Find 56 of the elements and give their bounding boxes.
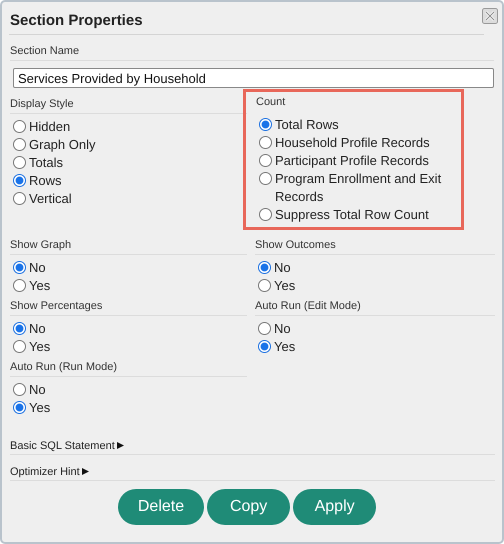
group-label: Auto Run (Run Mode) xyxy=(10,361,247,377)
option-label: No xyxy=(29,320,46,338)
option-label: Household Profile Records xyxy=(275,134,430,152)
radio-button[interactable] xyxy=(259,172,272,185)
radio-button[interactable] xyxy=(258,261,271,274)
radio-button[interactable] xyxy=(13,138,26,151)
radio-button[interactable] xyxy=(13,401,26,414)
radio-button[interactable] xyxy=(259,136,272,149)
option-label: Hidden xyxy=(29,118,70,136)
close-icon[interactable] xyxy=(482,8,498,24)
option-label: Yes xyxy=(274,277,296,295)
option-label: No xyxy=(274,259,291,277)
group-label: Show Outcomes xyxy=(255,239,495,255)
apply-button[interactable]: Apply xyxy=(293,489,376,525)
option-label: Yes xyxy=(29,399,50,417)
section-toggle[interactable]: Basic SQL Statement xyxy=(10,440,115,452)
radio-button[interactable] xyxy=(258,279,271,292)
radio-button[interactable] xyxy=(258,322,271,335)
option-label: Yes xyxy=(274,338,296,356)
radio-button[interactable] xyxy=(13,261,26,274)
group-label: Show Graph xyxy=(10,239,247,255)
radio-button[interactable] xyxy=(13,156,26,169)
group-label: Show Percentages xyxy=(10,300,247,316)
option-label: No xyxy=(29,259,46,277)
option-label: Totals xyxy=(29,154,63,172)
radio-button[interactable] xyxy=(13,383,26,396)
delete-button[interactable]: Delete xyxy=(118,489,204,525)
option-label: Yes xyxy=(29,338,50,356)
radio-button[interactable] xyxy=(13,174,26,187)
radio-button[interactable] xyxy=(258,340,271,353)
group-label: Auto Run (Edit Mode) xyxy=(255,300,495,316)
copy-button[interactable]: Copy xyxy=(207,489,290,525)
option-label: Graph Only xyxy=(29,136,96,154)
radio-button[interactable] xyxy=(13,322,26,335)
radio-button[interactable] xyxy=(259,154,272,167)
option-label: Suppress Total Row Count xyxy=(275,206,429,224)
option-label: Rows xyxy=(29,172,62,190)
group-label: Count xyxy=(256,96,286,110)
radio-button[interactable] xyxy=(259,118,272,131)
section-toggle[interactable]: Optimizer Hint xyxy=(10,466,80,478)
dialog-title: Section Properties xyxy=(10,10,143,28)
radio-button[interactable] xyxy=(13,120,26,133)
radio-button[interactable] xyxy=(259,208,272,221)
field-label: Section Name xyxy=(10,45,494,61)
radio-button[interactable] xyxy=(13,340,26,353)
option-label: No xyxy=(29,381,46,399)
radio-button[interactable] xyxy=(13,192,26,205)
option-label: Total Rows xyxy=(275,116,339,134)
radio-button[interactable] xyxy=(13,279,26,292)
option-label: Vertical xyxy=(29,190,72,208)
option-label: Participant Profile Records xyxy=(275,152,429,170)
option-label: Program Enrollment and Exit Records xyxy=(275,170,442,206)
group-label: Display Style xyxy=(10,98,247,114)
option-label: No xyxy=(274,320,291,338)
section-name-field[interactable]: Services Provided by Household xyxy=(13,68,494,88)
option-label: Yes xyxy=(29,277,50,295)
